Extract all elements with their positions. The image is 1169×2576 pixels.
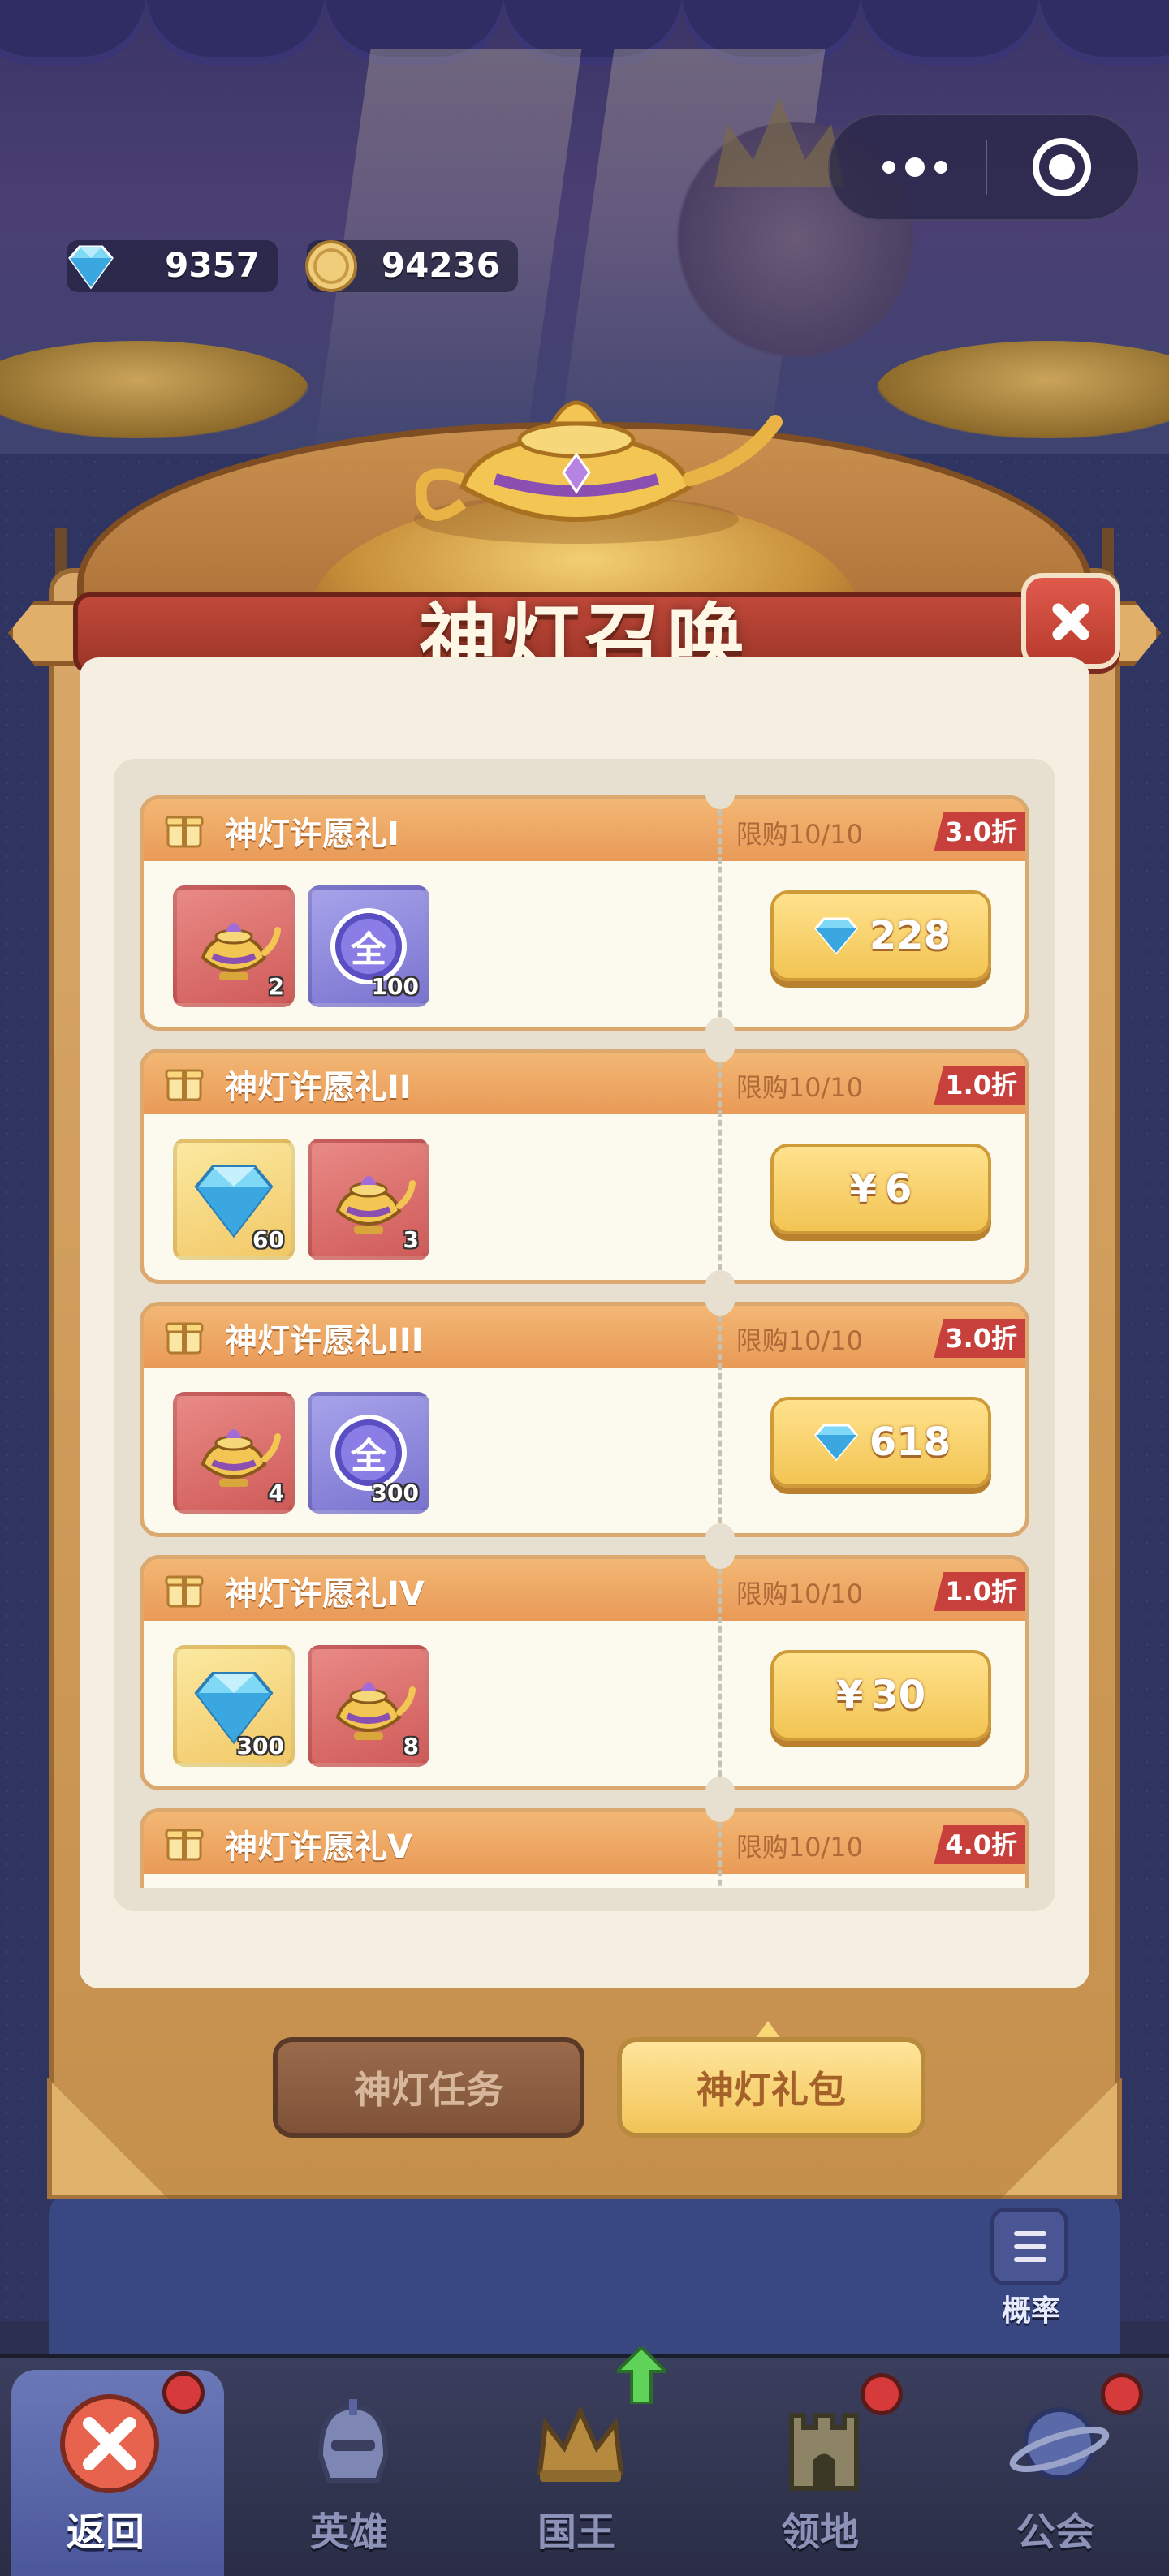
- token-glyph: 全: [351, 929, 386, 971]
- price-label: 30: [871, 1673, 926, 1718]
- currency-symbol: ¥: [849, 1166, 877, 1212]
- tab-lamp-gifts[interactable]: 神灯礼包: [617, 2037, 925, 2138]
- reward-item[interactable]: 全 100: [308, 885, 429, 1007]
- buy-button[interactable]: ¥ 6: [770, 1144, 991, 1234]
- probability-label: 概率: [1001, 2294, 1060, 2328]
- nav-guild[interactable]: 公会: [950, 2358, 1161, 2576]
- purchase-limit: 限购10/10: [735, 1832, 863, 1863]
- nav-territory[interactable]: 领地: [714, 2358, 925, 2576]
- gift-box-icon: [165, 1322, 204, 1355]
- reward-item[interactable]: 60: [173, 1139, 295, 1260]
- purchase-limit: 限购10/10: [735, 1579, 863, 1609]
- gift-pack-5: 神灯许愿礼V 限购10/10 4.0折: [140, 1806, 1029, 1888]
- gift-header: 神灯许愿礼III 限购10/10 3.0折: [144, 1306, 1025, 1368]
- nav-king[interactable]: 国王: [471, 2347, 682, 2576]
- close-button[interactable]: [1021, 573, 1120, 669]
- coin-counter: 94236: [305, 240, 518, 292]
- diamond-icon: [813, 917, 858, 955]
- coin-amount: 94236: [381, 245, 500, 285]
- gift-name: 神灯许愿礼I: [225, 816, 399, 853]
- gift-list[interactable]: 神灯许愿礼I 限购10/10 3.0折 2 全 100 228 神灯许愿礼II …: [140, 795, 1029, 1888]
- nav-back[interactable]: 返回: [0, 2358, 224, 2576]
- price-label: 618: [869, 1419, 951, 1465]
- nav-label: 国王: [537, 2509, 615, 2555]
- gift-header: 神灯许愿礼I 限购10/10 3.0折: [144, 799, 1025, 861]
- item-count: 100: [371, 973, 419, 1000]
- magic-lamp-icon: [414, 400, 783, 544]
- gift-pack-3: 神灯许愿礼III 限购10/10 3.0折 4 全 300 618: [140, 1299, 1029, 1540]
- reward-item[interactable]: 全 300: [308, 1392, 429, 1514]
- coin-icon: [305, 240, 357, 292]
- nav-heroes[interactable]: 英雄: [244, 2358, 455, 2576]
- notification-badge: [162, 2371, 205, 2414]
- gift-pack-2: 神灯许愿礼II 限购10/10 1.0折 60 3 ¥ 6: [140, 1046, 1029, 1286]
- item-count: 3: [403, 1226, 419, 1253]
- gift-pack-4: 神灯许愿礼IV 限购10/10 1.0折 300 8 ¥ 30: [140, 1553, 1029, 1793]
- purchase-limit: 限购10/10: [735, 1325, 863, 1356]
- nav-label: 领地: [780, 2509, 859, 2555]
- gift-box-icon: [165, 816, 204, 848]
- background-stage: [49, 2191, 1120, 2354]
- mini-program-capsule: [828, 114, 1140, 221]
- nav-label: 英雄: [309, 2509, 388, 2555]
- planet-icon: [1009, 2407, 1110, 2480]
- curtain-decoration: [0, 0, 1169, 73]
- diamond-icon: [813, 1424, 858, 1462]
- nav-label: 公会: [1016, 2509, 1094, 2555]
- gift-header: 神灯许愿礼IV 限购10/10 1.0折: [144, 1559, 1025, 1621]
- item-count: 2: [268, 973, 284, 1000]
- reward-item[interactable]: 300: [173, 1645, 295, 1767]
- diamond-counter: 9357: [67, 240, 278, 292]
- reward-item[interactable]: 3: [308, 1139, 429, 1260]
- gift-box-icon: [165, 1829, 204, 1861]
- discount-badge: 1.0折: [934, 1066, 1025, 1105]
- list-document-icon: [990, 2208, 1068, 2285]
- buy-button[interactable]: 618: [770, 1397, 991, 1488]
- notification-badge: [1101, 2373, 1143, 2415]
- discount-badge: 3.0折: [934, 812, 1025, 851]
- item-count: 300: [236, 1733, 284, 1760]
- gift-box-icon: [165, 1069, 204, 1101]
- item-count: 4: [268, 1480, 284, 1506]
- diamond-amount: 9357: [165, 245, 260, 285]
- tab-lamp-tasks[interactable]: 神灯任务: [273, 2037, 584, 2138]
- discount-badge: 4.0折: [934, 1825, 1025, 1864]
- buy-button[interactable]: 228: [770, 890, 991, 981]
- gift-pack-1: 神灯许愿礼I 限购10/10 3.0折 2 全 100 228: [140, 795, 1029, 1033]
- item-count: 8: [403, 1733, 419, 1760]
- gift-header: 神灯许愿礼V 限购10/10 4.0折: [144, 1812, 1025, 1874]
- gift-box-icon: [165, 1575, 204, 1608]
- gift-name: 神灯许愿礼IV: [225, 1575, 425, 1613]
- gift-name: 神灯许愿礼V: [225, 1829, 412, 1866]
- currency-symbol: ¥: [835, 1673, 864, 1718]
- discount-badge: 3.0折: [934, 1319, 1025, 1358]
- gift-name: 神灯许愿礼III: [225, 1322, 424, 1359]
- target-icon[interactable]: [1033, 138, 1091, 196]
- bottom-nav: 返回 英雄 国王 领地 公会: [0, 2347, 1169, 2576]
- item-count: 60: [252, 1226, 284, 1253]
- gift-header: 神灯许愿礼II 限购10/10 1.0折: [144, 1053, 1025, 1114]
- crown-icon: [537, 2405, 624, 2482]
- discount-badge: 1.0折: [934, 1572, 1025, 1611]
- notification-badge: [861, 2373, 903, 2415]
- purchase-limit: 限购10/10: [735, 819, 863, 850]
- token-glyph: 全: [351, 1436, 386, 1477]
- reward-item[interactable]: 4: [173, 1392, 295, 1514]
- nav-label: 返回: [66, 2509, 145, 2555]
- diamond-icon: [68, 245, 114, 290]
- castle-icon: [789, 2413, 859, 2491]
- purchase-limit: 限购10/10: [735, 1072, 863, 1103]
- buy-button[interactable]: ¥ 30: [770, 1650, 991, 1741]
- upgrade-arrow-icon: [617, 2347, 666, 2404]
- reward-item[interactable]: 2: [173, 885, 295, 1007]
- close-icon: [60, 2394, 159, 2493]
- gift-name: 神灯许愿礼II: [225, 1069, 412, 1106]
- reward-item[interactable]: 8: [308, 1645, 429, 1767]
- price-label: 6: [885, 1166, 912, 1212]
- probability-button[interactable]: 概率: [974, 2208, 1088, 2337]
- item-count: 300: [371, 1480, 419, 1506]
- more-dots-icon[interactable]: [862, 143, 968, 192]
- helmet-icon: [317, 2399, 389, 2483]
- price-label: 228: [869, 913, 951, 958]
